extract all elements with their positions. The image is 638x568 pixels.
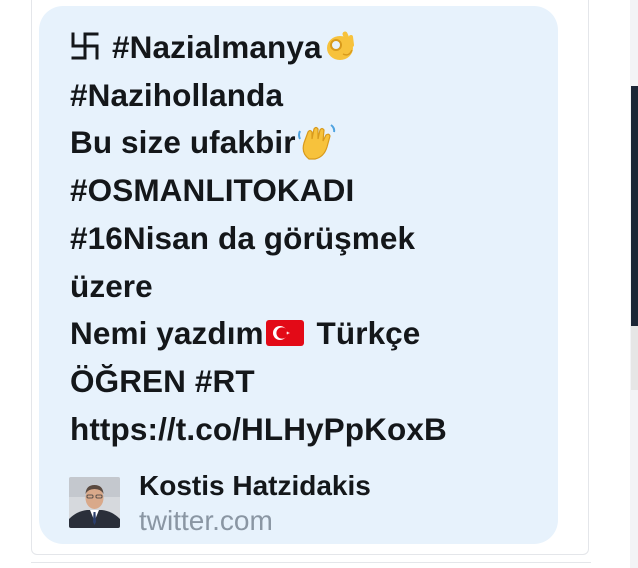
message-line-6: üzere (70, 263, 540, 311)
message-line-7-text-after: Türkçe (307, 315, 421, 352)
message-line-9: https://t.co/HLHyPpKoxB (70, 406, 540, 454)
right-edge-light-panel (631, 326, 638, 390)
turkey-flag-emoji (265, 320, 304, 347)
message-line-6-text: üzere (70, 267, 153, 304)
tweet-link[interactable]: https://t.co/HLHyPpKoxB (70, 411, 447, 447)
message-line-2: #Nazihollanda (70, 72, 540, 120)
person-avatar (69, 477, 120, 528)
ok-hand-emoji (326, 31, 354, 60)
message-line-5: #16Nisan da görüşmek (70, 215, 540, 263)
message-line-7: Nemi yazdım Türkçe (70, 310, 540, 358)
message-line-8: ÖĞREN #RT (70, 358, 540, 406)
message-line-3-text: Bu size ufakbir (70, 124, 296, 161)
waving-hand-emoji (297, 124, 335, 161)
message-line-4: #OSMANLITOKADI (70, 167, 540, 215)
preview-domain: twitter.com (139, 505, 273, 536)
preview-title[interactable]: Kostis Hatzidakis (139, 469, 371, 503)
hashtag-nazihollanda[interactable]: #Nazihollanda (70, 77, 283, 113)
hashtag-rt[interactable]: ÖĞREN #RT (70, 363, 255, 399)
screenshot-page: #Nazialmanya #Nazihollanda Bu size ufakb… (0, 0, 638, 568)
avatar-image (69, 477, 120, 528)
hashtag-16nisan[interactable]: #16Nisan da görüşmek (70, 220, 415, 256)
message-text: #Nazialmanya #Nazihollanda Bu size ufakb… (70, 24, 540, 453)
right-edge-dark-panel (631, 86, 638, 326)
card-divider (31, 562, 591, 563)
link-preview[interactable]: Kostis Hatzidakis twitter.com (68, 470, 538, 536)
message-line-7-text-before: Nemi yazdım (70, 315, 264, 352)
hashtag-nazialmanya[interactable]: #Nazialmanya (112, 29, 322, 65)
message-line-1: #Nazialmanya (70, 24, 540, 72)
hashtag-osmanlitokadi[interactable]: #OSMANLITOKADI (70, 172, 354, 208)
swastika-icon (71, 32, 99, 60)
message-line-3: Bu size ufakbir (70, 119, 540, 167)
